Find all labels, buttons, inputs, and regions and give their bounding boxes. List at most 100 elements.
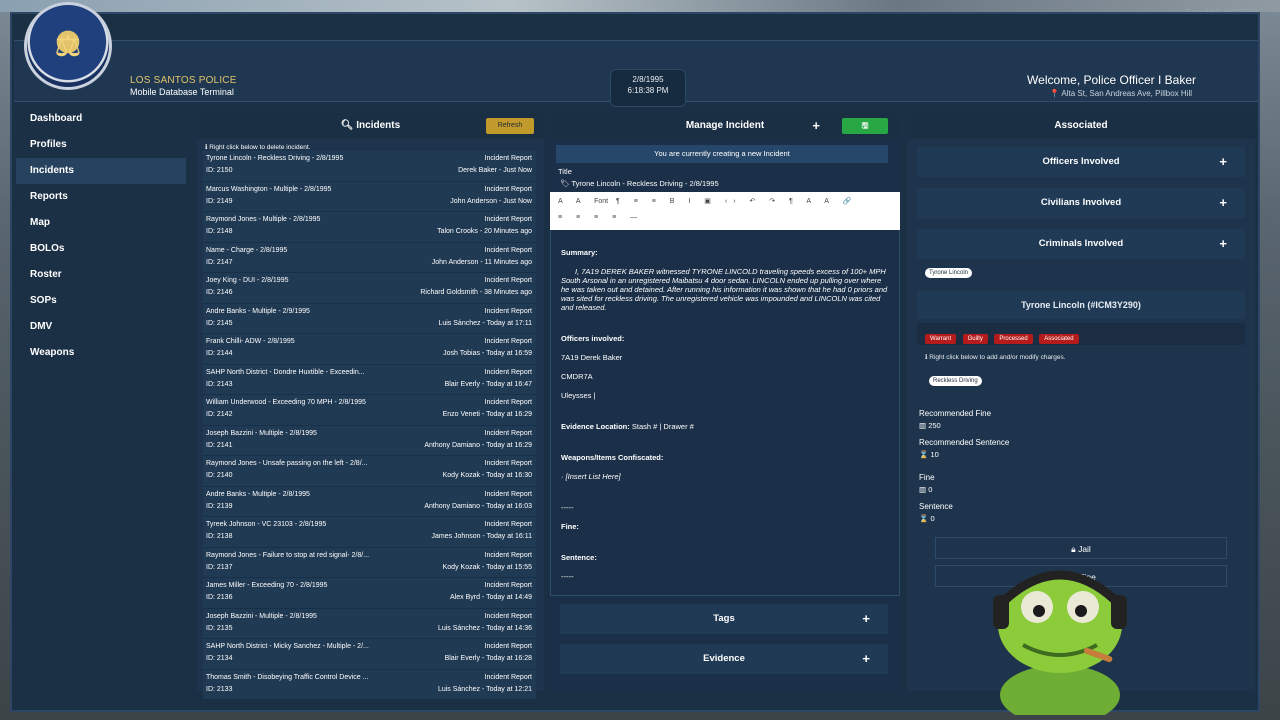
incident-row[interactable]: Name - Charge - 2/8/1995 ID: 2147 Incident… [203,242,536,273]
incident-type: Incident Report [484,368,532,376]
criminal-heading: Tyrone Lincoln (#ICM3Y290) [917,291,1245,319]
incident-id: ID: 2148 [206,228,233,235]
toolbar-row-2[interactable]: ≡ ≡ ≡ ≡ — [558,214,643,221]
info-icon: ℹ [205,144,208,151]
incident-title: James Miller - Exceeding 70 - 2/8/1995 [206,582,328,589]
incident-row[interactable]: Marcus Washington - Multiple - 2/8/1995 I… [203,181,536,212]
font-select[interactable]: Font [594,198,608,205]
incident-id: ID: 2144 [206,350,233,357]
tags-section[interactable]: Tags + [560,604,888,634]
sidebar-item-sops[interactable]: SOPs [16,288,186,314]
incident-row[interactable]: Tyrone Lincoln - Reckless Driving - 2/8/… [203,151,536,182]
incident-editor[interactable]: Summary: I, 7A19 DEREK BAKER witnessed T… [550,230,900,596]
incident-id: ID: 2138 [206,533,233,540]
sidebar-item-weapons[interactable]: Weapons [16,340,186,366]
incident-title: Joseph Bazzini - Multiple - 2/8/1995 [206,612,317,620]
incident-type: Incident Report [484,277,532,284]
sidebar-item-incidents[interactable]: Incidents [16,158,186,184]
evidence-location-value: Stash # | Drawer # [631,422,694,431]
incident-title: SAHP North District - Micky Sanchez - Mu… [206,643,369,650]
recommended-sentence-label: Recommended Sentence [919,438,1010,447]
refresh-button[interactable]: Refresh [486,118,534,134]
fine-label: Fine [919,473,935,482]
sidebar-item-bolos[interactable]: BOLOs [16,236,186,262]
incident-row[interactable]: William Underwood - Exceeding 70 MPH - 2… [203,395,536,426]
incident-type: Incident Report [484,582,532,589]
criminal-chip[interactable]: Tyrone Lincoln [925,268,973,278]
badge-associated[interactable]: Associated [1039,334,1079,344]
incidents-title: Incidents [356,120,401,131]
criminal-badges: Warrant Guilty Processed Associated [917,323,1245,345]
sidebar-item-map[interactable]: Map [16,210,186,236]
incident-meta: John Anderson - Just Now [450,197,532,205]
incident-id: ID: 2140 [206,472,233,479]
badge-warrant[interactable]: Warrant [925,334,957,344]
incident-type: Incident Report [484,399,532,406]
header-bar: LOS SANTOS POLICE Mobile Database Termin… [14,40,1258,107]
officers-involved-section[interactable]: Officers Involved + [917,147,1245,177]
incident-title: Joey King - DUI - 2/8/1995 [206,277,289,284]
incident-row[interactable]: SAHP North District - Micky Sanchez - Mu… [203,639,536,670]
incident-id: ID: 2147 [206,258,233,266]
sentence-value: 0 [930,514,935,523]
evidence-section[interactable]: Evidence + [560,644,888,674]
save-icon: 🖫 [861,121,869,130]
save-button[interactable]: 🖫 [842,118,888,134]
fine-field[interactable]: ▥ 0 [907,485,1255,494]
incident-meta: Kody Kozak - Today at 15:55 [442,563,532,571]
add-icon[interactable]: + [812,113,820,139]
sentence-field[interactable]: ⌛ 0 [907,514,1255,523]
sidebar-item-roster[interactable]: Roster [16,262,186,288]
incident-title: Tyreek Johnson - VC 23103 - 2/8/1995 [206,521,327,528]
title-value: Tyrone Lincoln - Reckless Driving - 2/8/… [571,179,719,188]
add-tag-icon[interactable]: + [862,612,870,625]
incident-row[interactable]: Joey King - DUI - 2/8/1995 ID: 2146 Incide… [203,273,536,304]
incident-meta: Anthony Damiano - Today at 16:29 [424,441,532,449]
incident-row[interactable]: James Miller - Exceeding 70 - 2/8/1995 ID… [203,578,536,609]
civilians-involved-section[interactable]: Civilians Involved + [917,188,1245,218]
add-evidence-icon[interactable]: + [862,652,870,665]
incident-row[interactable]: Raymond Jones - Failure to stop at red s… [203,547,536,578]
toolbar-row-1[interactable]: A A Font ¶ ≡ ≡ B I ▣ ‹› ↶ ↷ ¶ A A 🔗 [558,197,857,205]
incident-type: Incident Report [484,673,532,681]
sidebar-item-dashboard[interactable]: Dashboard [16,106,186,132]
incident-meta: Richard Goldsmith - 38 Minutes ago [420,289,532,296]
location-value: Alta St, San Andreas Ave, Pillbox Hill [1061,89,1192,98]
add-officer-icon[interactable]: + [1219,155,1227,168]
incident-row[interactable]: Raymond Jones - Multiple - 2/8/1995 ID: 2… [203,212,536,243]
incident-id: ID: 2133 [206,685,233,693]
charge-chip[interactable]: Reckless Driving [929,376,982,386]
add-criminal-icon[interactable]: + [1219,237,1227,250]
officer-2: CMDR7A [561,372,593,381]
incident-meta: James Johnson - Today at 16:11 [431,533,532,540]
badge-processed[interactable]: Processed [994,334,1033,344]
incident-row[interactable]: SAHP North District - Dondre Huxtible - … [203,364,536,395]
pin-icon: 📍 [1049,89,1060,98]
incident-row[interactable]: Thomas Smith - Disobeying Traffic Contro… [203,669,536,700]
dept-subtitle: Mobile Database Terminal [130,87,234,97]
clock: 2/8/1995 6:18:38 PM [610,69,686,107]
badge-guilty[interactable]: Guilty [962,334,988,344]
criminals-involved-section[interactable]: Criminals Involved + [917,229,1245,259]
sidebar-item-dmv[interactable]: DMV [16,314,186,340]
recommended-sentence-field[interactable]: ⌛ 10 [907,450,1255,459]
weapons-label: Weapons/Items Confiscated: [561,453,664,462]
incidents-panel: 🔍︎ Incidents Refresh ℹ Right click below… [197,113,544,700]
sidebar-item-profiles[interactable]: Profiles [16,132,186,158]
incident-row[interactable]: Andre Banks - Multiple - 2/9/1995 ID: 214… [203,303,536,334]
incident-row[interactable]: Tyreek Johnson - VC 23103 - 2/8/1995 ID: … [203,517,536,548]
incident-row[interactable]: Joseph Bazzini - Multiple - 2/8/1995 ID: … [203,425,536,456]
incident-title: Joseph Bazzini - Multiple - 2/8/1995 [206,429,317,437]
incident-row[interactable]: Joseph Bazzini - Multiple - 2/8/1995 ID: … [203,608,536,639]
recommended-fine-field[interactable]: ▥ 250 [907,421,1255,430]
sidebar-item-reports[interactable]: Reports [16,184,186,210]
incident-type: Incident Report [484,429,532,437]
title-input[interactable]: 🏷 Tyrone Lincoln - Reckless Driving - 2/… [550,176,900,188]
incident-row[interactable]: Andre Banks - Multiple - 2/8/1995 ID: 213… [203,486,536,517]
incident-row[interactable]: Frank Chilli- ADW - 2/8/1995 ID: 2144 Inci… [203,334,536,365]
incident-row[interactable]: Raymond Jones - Unsafe passing on the le… [203,456,536,487]
incident-meta: Enzo Veneti - Today at 16:29 [442,411,532,418]
add-civilian-icon[interactable]: + [1219,196,1227,209]
incident-type: Incident Report [484,551,532,559]
incident-id: ID: 2145 [206,319,233,327]
